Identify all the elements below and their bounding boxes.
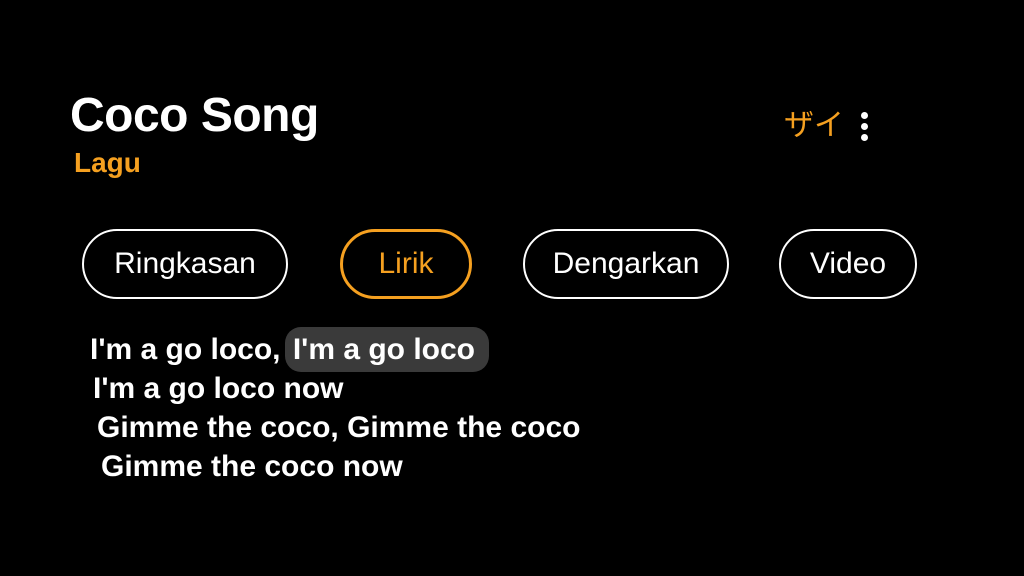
lyric-highlight[interactable]: I'm a go loco: [284, 327, 489, 372]
tab-lirik[interactable]: Lirik: [340, 229, 472, 299]
tab-dengarkan[interactable]: Dengarkan: [523, 229, 729, 299]
lyric-line: Gimme the coco now: [101, 450, 403, 483]
more-dot: [860, 111, 868, 119]
song-header: Coco Song Lagu: [70, 88, 319, 180]
more-dot: [860, 133, 868, 141]
tab-ringkasan[interactable]: Ringkasan: [82, 229, 288, 299]
lyric-line: I'm a go loco now: [93, 372, 344, 405]
song-subtitle: Lagu: [74, 147, 141, 178]
tab-video[interactable]: Video: [779, 229, 917, 299]
more-vert-icon[interactable]: [858, 106, 870, 146]
lyric-text: I'm a go loco,: [90, 333, 281, 366]
lyrics-panel: I'm a go loco, I'm a go loco I'm a go lo…: [90, 327, 581, 486]
language-button[interactable]: ザイ: [784, 106, 844, 146]
song-title: Coco Song: [70, 89, 319, 142]
top-actions: ザイ: [784, 106, 870, 146]
lyric-line: Gimme the coco, Gimme the coco: [97, 411, 581, 444]
more-dot: [860, 122, 868, 130]
lyric-line: I'm a go loco, I'm a go loco: [90, 327, 580, 372]
